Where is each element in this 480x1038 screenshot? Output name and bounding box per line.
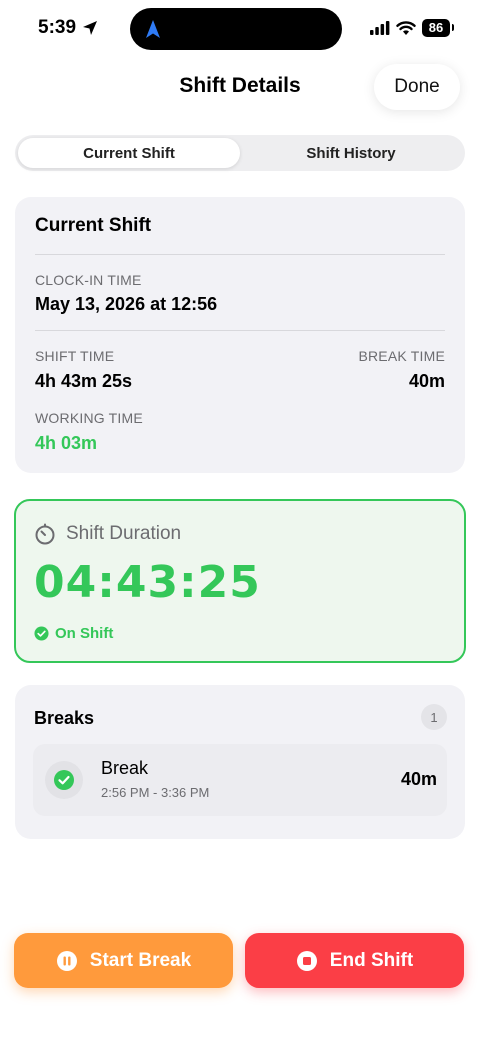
break-time-value: 40m — [408, 371, 445, 391]
status-time: 5:39 — [38, 17, 77, 38]
shift-tabs: Current Shift Shift History — [15, 135, 465, 171]
shift-time-value: 4h 43m 25s — [35, 371, 133, 391]
list-item[interactable]: Break 2:56 PM - 3:36 PM 40m — [33, 744, 447, 816]
end-shift-label: End Shift — [329, 949, 414, 971]
wifi-icon — [396, 20, 416, 35]
navigation-icon — [146, 20, 160, 38]
check-circle-icon — [54, 770, 74, 790]
pause-icon — [56, 950, 77, 971]
status-bar: 5:39 86 — [0, 0, 480, 60]
working-time-label: WORKING TIME — [35, 410, 143, 426]
dynamic-island — [130, 8, 342, 50]
shift-timer: 04:43:25 — [34, 557, 261, 608]
breaks-card: Breaks 1 Break 2:56 PM - 3:36 PM 40m — [15, 685, 465, 839]
clock-in-value: May 13, 2026 at 12:56 — [35, 294, 218, 314]
signal-icon — [370, 21, 390, 35]
battery-icon: 86 — [422, 19, 454, 37]
tab-current-shift[interactable]: Current Shift — [18, 138, 240, 168]
break-status — [45, 761, 83, 799]
shift-duration-card: Shift Duration 04:43:25 On Shift — [14, 499, 466, 663]
break-time-range: 2:56 PM - 3:36 PM — [101, 785, 210, 800]
breaks-title: Breaks — [34, 708, 95, 728]
break-duration: 40m — [400, 769, 437, 789]
shift-duration-title: Shift Duration — [66, 523, 182, 544]
working-time-value: 4h 03m — [35, 433, 98, 453]
start-break-label: Start Break — [89, 949, 192, 971]
clock-in-label: CLOCK-IN TIME — [35, 272, 142, 288]
current-shift-title: Current Shift — [35, 215, 152, 236]
shift-status-label: On Shift — [55, 625, 114, 642]
check-circle-icon — [34, 626, 49, 641]
divider — [35, 330, 445, 331]
divider — [35, 254, 445, 255]
status-time-group: 5:39 — [38, 17, 98, 39]
location-arrow-icon — [83, 21, 98, 35]
status-indicators: 86 — [370, 19, 454, 37]
shift-status: On Shift — [34, 625, 113, 642]
breaks-count-badge: 1 — [421, 704, 447, 730]
timer-icon — [35, 523, 55, 545]
shift-time-label: SHIFT TIME — [35, 348, 115, 364]
end-shift-button[interactable]: End Shift — [245, 933, 464, 988]
break-time-label: BREAK TIME — [358, 348, 445, 364]
shift-duration-header: Shift Duration — [34, 523, 181, 545]
break-name: Break — [101, 758, 149, 778]
start-break-button[interactable]: Start Break — [14, 933, 233, 988]
stop-icon — [296, 950, 317, 971]
current-shift-card: Current Shift CLOCK-IN TIME May 13, 2026… — [15, 197, 465, 473]
tab-shift-history[interactable]: Shift History — [240, 138, 462, 168]
done-button[interactable]: Done — [374, 64, 460, 110]
